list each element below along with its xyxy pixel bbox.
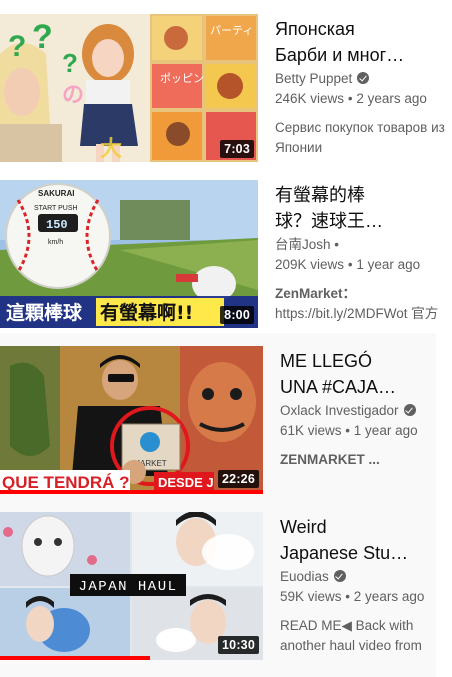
video-desc-4-line2: another haul video from	[280, 638, 422, 653]
ball-brand: SAKURAI	[38, 189, 74, 198]
channel-name-2: 台南Josh	[275, 237, 331, 252]
thumb-caption-4: JAPAN HAUL	[78, 579, 177, 595]
ball-unit: km/h	[48, 239, 63, 246]
video-title-2-line1: 有螢幕的棒	[275, 185, 365, 205]
svg-text:の: の	[62, 83, 84, 108]
ball-speed-value: 150	[46, 218, 68, 232]
svg-text:パーティ: パーティ	[210, 24, 253, 37]
video-description-3: ZENMARKET ...	[280, 450, 452, 470]
video-title-4-line1: Weird	[280, 517, 327, 537]
channel-separator-2: •	[334, 237, 340, 252]
video-title-1-line2: Барби и мног…	[275, 45, 405, 65]
stats-separator: •	[347, 91, 353, 106]
thumb-caption-left-2: 這顆棒球	[6, 301, 83, 324]
video-description-1: Сервис покупок товаров из Японии	[275, 118, 452, 158]
video-title-4-line2: Japanese Stu…	[280, 543, 409, 563]
ball-top-text: START PUSH	[34, 205, 78, 212]
video-title-1[interactable]: Японская Барби и мног…	[275, 16, 452, 68]
svg-text:?: ?	[32, 18, 53, 56]
video-thumbnail-2[interactable]: SAKURAI START PUSH 150 km/h 這顆棒球 有螢幕啊!! …	[0, 180, 258, 328]
video-duration-4: 10:30	[218, 636, 259, 654]
video-age-1: 2 years ago	[356, 91, 427, 106]
verified-check-icon	[333, 570, 346, 582]
verified-check-icon	[357, 72, 370, 84]
video-age-3: 1 year ago	[353, 423, 418, 438]
video-duration-3: 22:26	[218, 470, 259, 488]
thumb-caption-right-2: 有螢幕啊!!	[100, 301, 193, 324]
video-age-2: 1 year ago	[356, 257, 421, 272]
video-result-2[interactable]: SAKURAI START PUSH 150 km/h 這顆棒球 有螢幕啊!! …	[0, 180, 452, 330]
video-views-4: 59K views	[280, 589, 342, 604]
stats-separator: •	[347, 257, 353, 272]
thumbnail-image-baseball: SAKURAI START PUSH 150 km/h 這顆棒球 有螢幕啊!!	[0, 180, 258, 328]
video-stats-4: 59K views • 2 years ago	[280, 587, 452, 607]
video-title-3-line2: UNA #CAJA…	[280, 377, 397, 397]
video-desc-2-line1: ZenMarket：	[275, 286, 357, 301]
stats-separator: •	[345, 423, 351, 438]
video-channel-2[interactable]: 台南Josh •	[275, 235, 452, 255]
video-thumbnail-3[interactable]: MARKET QUE TENDRÁ ? DESDE J 22:26	[0, 346, 263, 494]
video-desc-4-line1: READ ME◀ Back with	[280, 618, 414, 633]
stats-separator: •	[345, 589, 351, 604]
channel-name-3: Oxlack Investigador	[280, 403, 399, 418]
video-description-2: ZenMarket： https://bit.ly/2MDFWot 官方	[275, 284, 452, 324]
video-result-3[interactable]: MARKET QUE TENDRÁ ? DESDE J 22:26 ME LLE…	[0, 346, 452, 496]
thumb-caption-right-3: DESDE J	[158, 475, 214, 490]
video-channel-4[interactable]: Euodias	[280, 567, 452, 587]
video-result-4[interactable]: JAPAN HAUL 10:30 Weird Japanese Stu… Euo…	[0, 512, 452, 662]
video-views-1: 246K views	[275, 91, 345, 106]
video-views-2: 209K views	[275, 257, 345, 272]
video-meta-4: Weird Japanese Stu… Euodias 59K views • …	[280, 514, 452, 656]
verified-check-icon	[403, 404, 416, 416]
svg-text:?: ?	[62, 48, 78, 78]
svg-text:大: 大	[100, 137, 122, 162]
video-views-3: 61K views	[280, 423, 342, 438]
video-title-3[interactable]: ME LLEGÓ UNA #CAJA…	[280, 348, 452, 400]
video-desc-1-line1: Сервис покупок товаров из	[275, 120, 445, 135]
video-result-1[interactable]: ? ? ? の 大 ポッピン パーティ 7:03 Японская Барби …	[0, 14, 452, 164]
video-stats-3: 61K views • 1 year ago	[280, 421, 452, 441]
watch-progress-bar-3	[0, 490, 263, 494]
video-stats-1: 246K views • 2 years ago	[275, 89, 452, 109]
video-meta-2: 有螢幕的棒 球？速球王… 台南Josh • 209K views • 1 yea…	[275, 182, 452, 324]
svg-text:?: ?	[8, 30, 26, 63]
video-title-2[interactable]: 有螢幕的棒 球？速球王…	[275, 182, 452, 234]
video-thumbnail-1[interactable]: ? ? ? の 大 ポッピン パーティ 7:03	[0, 14, 258, 162]
video-meta-3: ME LLEGÓ UNA #CAJA… Oxlack Investigador …	[280, 348, 452, 470]
video-title-2-line2: 球？速球王…	[275, 211, 383, 231]
video-thumbnail-4[interactable]: JAPAN HAUL 10:30	[0, 512, 263, 660]
video-desc-1-line2: Японии	[275, 140, 323, 155]
video-stats-2: 209K views • 1 year ago	[275, 255, 452, 275]
video-age-4: 2 years ago	[353, 589, 425, 604]
video-title-1-line1: Японская	[275, 19, 355, 39]
video-channel-1[interactable]: Betty Puppet	[275, 69, 452, 89]
channel-name-1: Betty Puppet	[275, 71, 353, 86]
video-desc-2-line2: https://bit.ly/2MDFWot 官方	[275, 306, 439, 321]
video-description-4: READ ME◀ Back with another haul video fr…	[280, 616, 452, 656]
video-title-3-line1: ME LLEGÓ	[280, 351, 373, 371]
video-duration-2: 8:00	[220, 306, 254, 324]
thumbnail-image-barbie: ? ? ? の 大 ポッピン パーティ	[0, 14, 258, 162]
video-title-4[interactable]: Weird Japanese Stu…	[280, 514, 452, 566]
channel-name-4: Euodias	[280, 569, 329, 584]
video-desc-3-line1: ZENMARKET ...	[280, 452, 380, 467]
video-duration-1: 7:03	[220, 140, 254, 158]
watch-progress-bar-4	[0, 656, 150, 660]
video-channel-3[interactable]: Oxlack Investigador	[280, 401, 452, 421]
video-meta-1: Японская Барби и мног… Betty Puppet 246K…	[275, 16, 452, 158]
svg-text:ポッピン: ポッピン	[160, 72, 204, 85]
